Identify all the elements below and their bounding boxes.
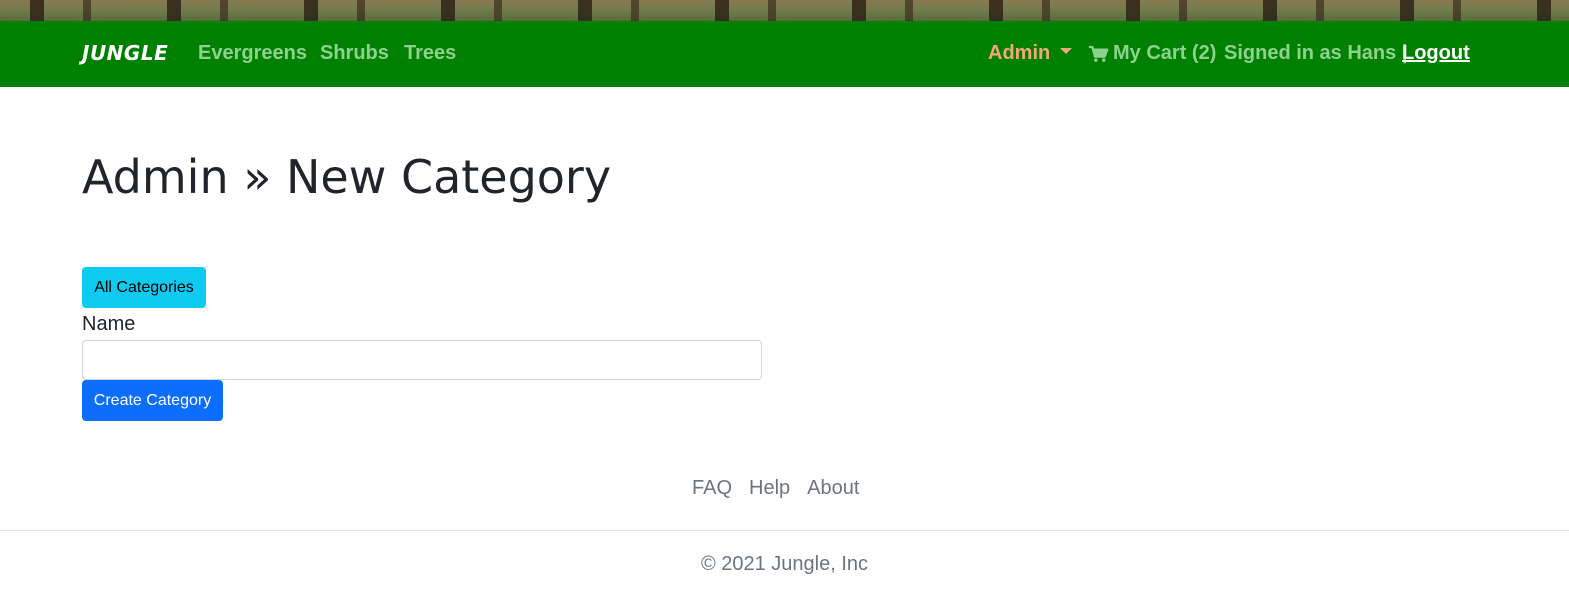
footer-link-help[interactable]: Help [749, 477, 790, 500]
forest-banner-image [0, 0, 1569, 21]
footer-link-about[interactable]: About [807, 477, 859, 500]
all-categories-button[interactable]: All Categories [82, 267, 206, 308]
top-navbar: JUNGLE Evergreens Shrubs Trees Admin My … [0, 21, 1569, 87]
signed-in-status: Signed in as Hans | [1224, 42, 1407, 65]
nav-link-evergreens[interactable]: Evergreens [198, 42, 307, 65]
cart-label: My Cart (2) [1113, 42, 1217, 64]
shopping-cart-icon [1088, 45, 1109, 62]
brand-logo[interactable]: JUNGLE [82, 41, 168, 65]
copyright-text: © 2021 Jungle, Inc [700, 553, 869, 575]
footer-links: FAQ Help About [692, 477, 859, 500]
create-category-button[interactable]: Create Category [82, 380, 223, 421]
footer-link-faq[interactable]: FAQ [692, 477, 732, 500]
caret-down-icon [1060, 47, 1073, 54]
admin-dropdown-label: Admin [988, 42, 1051, 64]
admin-dropdown[interactable]: Admin [988, 42, 1073, 65]
category-name-input[interactable] [82, 340, 762, 380]
footer-divider [0, 530, 1569, 531]
page-title: Admin » New Category [82, 150, 612, 204]
signed-in-text: Signed in as Hans [1224, 42, 1397, 64]
name-field-label: Name [82, 313, 136, 335]
cart-link[interactable]: My Cart (2) [1088, 42, 1216, 65]
nav-link-shrubs[interactable]: Shrubs [320, 42, 389, 65]
nav-link-trees[interactable]: Trees [404, 42, 456, 65]
logout-link[interactable]: Logout [1402, 42, 1470, 65]
